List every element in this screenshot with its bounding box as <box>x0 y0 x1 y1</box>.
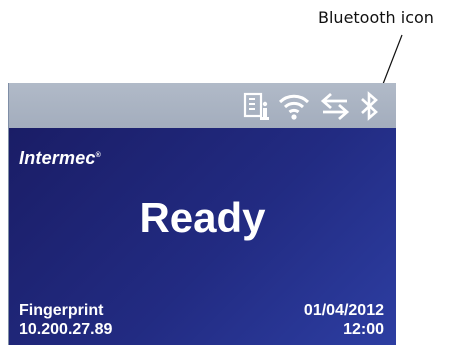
registered-mark: ® <box>95 152 101 159</box>
bluetooth-icon <box>361 91 378 121</box>
time: 12:00 <box>343 321 384 338</box>
app-info: Fingerprint 10.200.27.89 <box>19 301 112 339</box>
printer-display: Intermec® Ready Fingerprint 10.200.27.89… <box>8 83 396 345</box>
brand-name: Intermec <box>19 148 96 168</box>
date-time: 01/04/2012 12:00 <box>304 301 384 339</box>
bluetooth-callout-label: Bluetooth icon <box>318 8 434 27</box>
info-icon <box>243 92 269 120</box>
wifi-icon <box>278 94 310 120</box>
transfer-arrows-icon <box>320 92 350 121</box>
brand-logo: Intermec® <box>19 148 101 169</box>
status-text: Ready <box>139 194 266 241</box>
ip-address: 10.200.27.89 <box>19 321 113 338</box>
app-name: Fingerprint <box>19 302 104 319</box>
status-bar <box>9 83 396 128</box>
date: 01/04/2012 <box>303 302 384 319</box>
main-display: Intermec® Ready Fingerprint 10.200.27.89… <box>9 128 396 345</box>
